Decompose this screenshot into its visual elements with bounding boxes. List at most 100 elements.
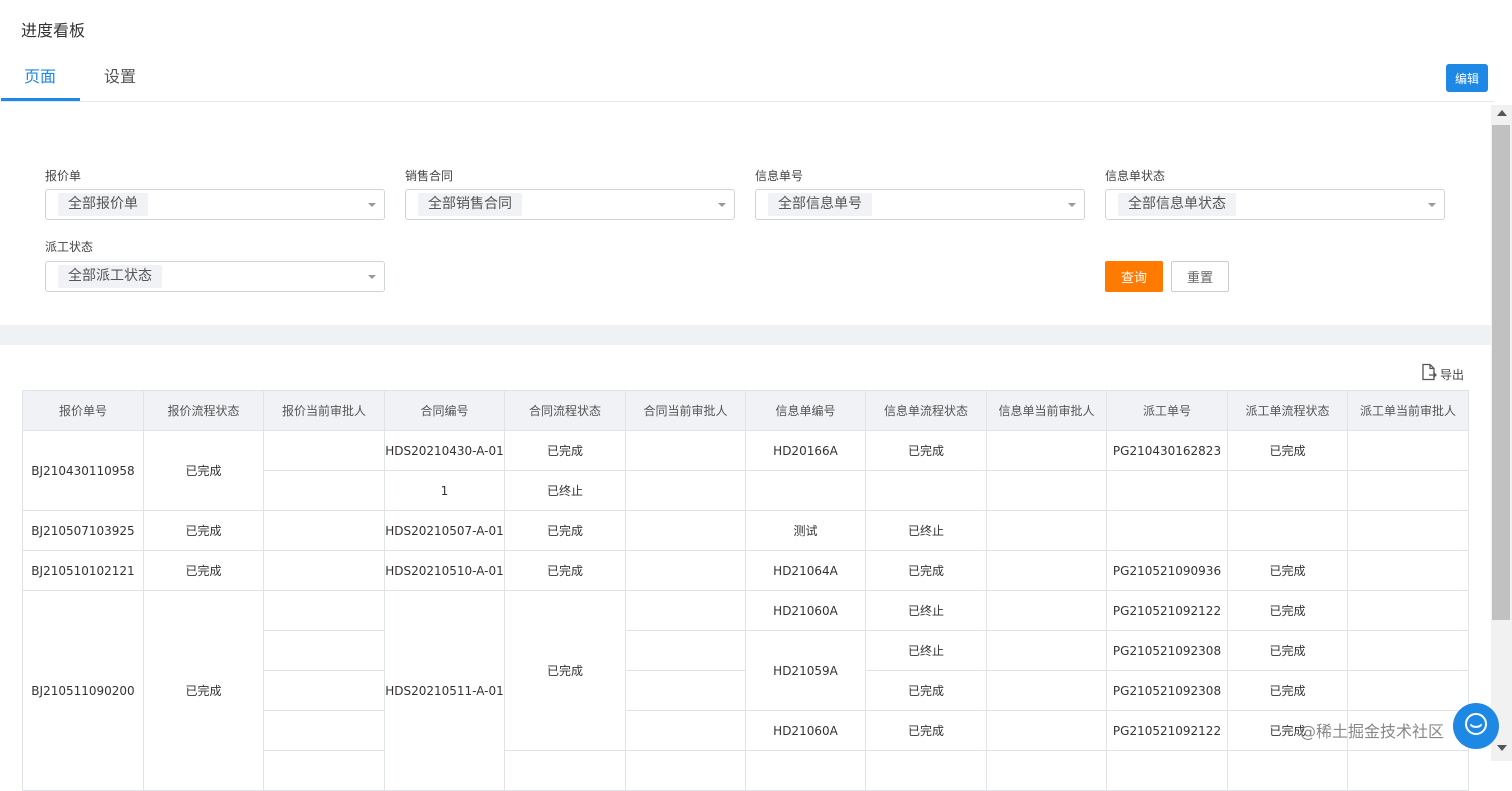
column-header: 合同流程状态 [504,390,626,431]
table-row: BJ210510102121 已完成 HDS20210510-A-01 已完成 … [22,550,1469,591]
info-approver-cell [986,710,1107,751]
export-label: 导出 [1440,367,1465,382]
chevron-down-icon [368,203,376,207]
column-header: 信息单编号 [745,390,866,431]
dispatch-status-cell [1227,750,1348,791]
chevron-down-icon [368,275,376,279]
export-button[interactable]: 导出 [1420,363,1465,385]
info-status-select[interactable]: 全部信息单状态 [1105,189,1445,220]
contract-approver-cell [625,670,746,711]
info-no-cell [745,470,866,511]
tab-page[interactable]: 页面 [24,66,56,101]
active-tab-indicator [1,98,80,101]
info-status-select-value: 全部信息单状态 [1118,193,1236,216]
column-header: 报价单号 [22,390,144,431]
contract-approver-cell [625,510,746,551]
column-header: 报价当前审批人 [263,390,385,431]
quote-approver-cell [263,470,385,511]
contract-no-cell: HDS20210510-A-01 [384,550,505,591]
info-no-select-value: 全部信息单号 [768,193,872,216]
contract-approver-cell [625,750,746,791]
scroll-down-icon[interactable] [1497,745,1507,751]
info-status-cell: 已完成 [865,670,987,711]
info-status-cell: 已完成 [865,710,987,751]
dispatch-no-cell: PG210521092308 [1106,630,1228,671]
help-button[interactable] [1453,703,1499,749]
tab-bar: 页面 设置 [0,60,1494,102]
dispatch-approver-cell [1347,430,1469,471]
dispatch-status-cell [1227,470,1348,511]
info-approver-cell [986,470,1107,511]
scrollbar-thumb[interactable] [1492,125,1510,620]
quote-approver-cell [263,590,385,631]
contract-select-value: 全部销售合同 [418,193,522,216]
quote-approver-cell [263,710,385,751]
dispatch-approver-cell [1347,510,1469,551]
quote-status-cell: 已完成 [143,430,264,511]
scroll-up-icon[interactable] [1497,110,1507,116]
info-approver-cell [986,510,1107,551]
dispatch-status-cell [1227,510,1348,551]
dispatch-no-cell [1106,470,1228,511]
info-approver-cell [986,630,1107,671]
info-status-cell [865,750,987,791]
watermark: @稀土掘金技术社区 [1300,722,1445,741]
quote-approver-cell [263,630,385,671]
quote-no-cell: BJ210510102121 [22,550,144,591]
contract-no-cell: 1 [384,470,505,511]
quote-select[interactable]: 全部报价单 [45,189,385,220]
info-approver-cell [986,550,1107,591]
dispatch-approver-cell [1347,630,1469,671]
quote-approver-cell [263,550,385,591]
page-title: 进度看板 [21,21,86,40]
edit-button[interactable]: 编辑 [1446,64,1488,92]
info-no-cell: HD20166A [745,430,866,471]
dispatch-approver-cell [1347,750,1469,791]
table-row: BJ210430110958 已完成 HDS20210430-A-01 已完成 … [22,430,1469,511]
chevron-down-icon [718,203,726,207]
contract-select[interactable]: 全部销售合同 [405,189,735,220]
table-row: BJ210507103925 已完成 HDS20210507-A-01 已完成 … [22,510,1469,551]
dispatch-status-cell: 已完成 [1227,550,1348,591]
info-no-cell: HD21064A [745,550,866,591]
dispatch-no-cell: PG210521092308 [1106,670,1228,711]
chevron-down-icon [1068,203,1076,207]
info-status-cell: 已终止 [865,510,987,551]
column-header: 信息单流程状态 [865,390,987,431]
info-status-filter-label: 信息单状态 [1105,169,1166,183]
quote-status-cell: 已完成 [143,550,264,591]
tab-settings[interactable]: 设置 [104,66,136,101]
quote-approver-cell [263,750,385,791]
dispatch-no-cell [1106,750,1228,791]
column-header: 合同编号 [384,390,505,431]
chevron-down-icon [1428,203,1436,207]
column-header: 信息单当前审批人 [986,390,1107,431]
contract-status-cell: 已完成 [504,550,626,591]
info-no-select[interactable]: 全部信息单号 [755,189,1085,220]
column-header: 报价流程状态 [143,390,264,431]
contract-status-cell: 已完成 [504,510,626,551]
contract-approver-cell [625,470,746,511]
info-no-filter-label: 信息单号 [755,169,804,183]
info-approver-cell [986,590,1107,631]
dispatch-approver-cell [1347,670,1469,711]
quote-approver-cell [263,510,385,551]
export-icon [1420,363,1438,385]
reset-button[interactable]: 重置 [1171,261,1229,292]
info-no-cell: HD21059A [745,630,866,711]
progress-table: 报价单号 报价流程状态 报价当前审批人 合同编号 合同流程状态 合同当前审批人 … [22,390,1469,791]
quote-filter-label: 报价单 [45,169,82,183]
table-row: BJ210511090200 已完成 HDS20210511-A-01 已完成 … [22,590,1469,791]
table-header-row: 报价单号 报价流程状态 报价当前审批人 合同编号 合同流程状态 合同当前审批人 … [22,390,1469,431]
dispatch-status-select[interactable]: 全部派工状态 [45,261,385,292]
contract-filter-label: 销售合同 [405,169,454,183]
section-divider [0,325,1491,345]
contract-no-cell: HDS20210430-A-01 [384,430,505,471]
dispatch-status-select-value: 全部派工状态 [58,265,162,288]
dispatch-approver-cell [1347,550,1469,591]
quote-status-cell: 已完成 [143,510,264,551]
dispatch-no-cell: PG210521092122 [1106,590,1228,631]
query-button[interactable]: 查询 [1105,261,1163,292]
info-approver-cell [986,430,1107,471]
contract-status-cell [504,750,626,791]
